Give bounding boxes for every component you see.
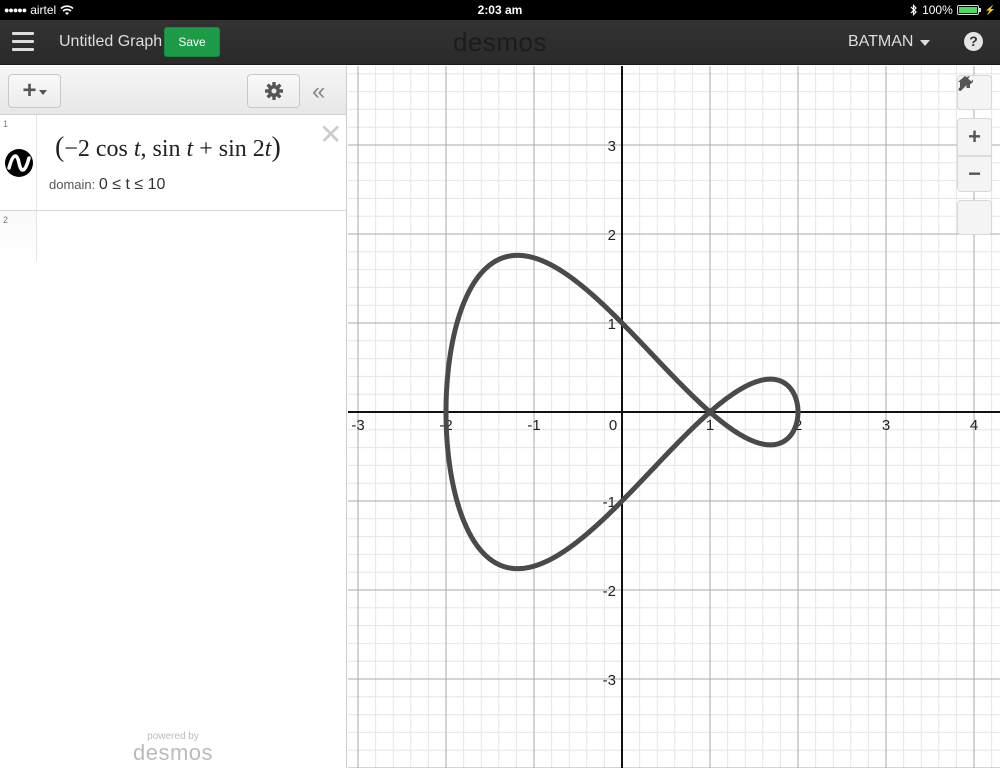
- clock: 2:03 am: [477, 3, 523, 17]
- y-tick-label: -2: [603, 583, 616, 600]
- delete-expression-icon[interactable]: ✕: [319, 121, 342, 149]
- top-bar: Untitled Graph Save desmos BATMAN ?: [0, 20, 1000, 65]
- x-tick-label: 1: [706, 417, 714, 434]
- expression-formula[interactable]: (−2 cos t, sin t + sin 2t): [55, 132, 281, 164]
- x-tick-label: 4: [970, 417, 978, 434]
- plus-icon: +: [22, 77, 37, 104]
- chevron-down-icon: [920, 40, 931, 46]
- parametric-curve-icon[interactable]: [5, 149, 33, 177]
- default-view-button[interactable]: [957, 76, 992, 235]
- zoom-out-button[interactable]: −: [957, 156, 992, 192]
- domain-row[interactable]: domain: 0 ≤ t ≤ 10: [49, 176, 165, 194]
- y-tick-label: -3: [603, 672, 616, 689]
- powered-by-desmos: powered by desmos: [133, 732, 213, 764]
- expression-list: + « 1 (−2 cos t, sin t + sin 2t) domain:…: [0, 66, 347, 768]
- chevron-down-icon: [38, 89, 47, 95]
- user-menu[interactable]: BATMAN: [848, 33, 931, 51]
- settings-button[interactable]: [247, 74, 300, 108]
- graph-plot[interactable]: -3 -2 -1 0 1 2 3 4-3-2-1123: [348, 66, 1000, 768]
- plus-icon: +: [968, 124, 981, 149]
- bluetooth-icon: [910, 4, 917, 16]
- y-tick-label: 3: [608, 138, 616, 155]
- graph-canvas[interactable]: -3 -2 -1 0 1 2 3 4 -3 -2 -1 1 2 3 + −: [348, 66, 1000, 768]
- gear-icon: [264, 82, 283, 100]
- x-tick-label: 3: [882, 417, 890, 434]
- battery-icon: [956, 5, 981, 15]
- close-paren: ): [271, 132, 281, 163]
- zoom-in-button[interactable]: +: [957, 118, 992, 156]
- expression-toolbar: + «: [0, 66, 346, 115]
- domain-value[interactable]: 0 ≤ t ≤ 10: [99, 176, 165, 193]
- battery-percent: 100%: [922, 3, 953, 17]
- open-paren: (: [55, 132, 65, 163]
- expression-number: 2: [3, 215, 9, 225]
- y-tick-label: 2: [608, 227, 616, 244]
- add-expression-button[interactable]: +: [8, 74, 61, 108]
- charging-icon: ⚡: [984, 4, 996, 15]
- expression-gutter: 2: [0, 211, 37, 261]
- collapse-sidebar-button[interactable]: «: [312, 78, 325, 106]
- minus-icon: −: [968, 161, 981, 186]
- expression-number: 1: [3, 119, 9, 129]
- status-bar: ●●●●● airtel 2:03 am 100% ⚡: [0, 0, 1000, 20]
- x-tick-label: -3: [351, 417, 364, 434]
- expression-gutter: 1: [0, 115, 37, 210]
- formula-part: −2 cos: [64, 136, 134, 162]
- graph-controls: + −: [957, 75, 992, 235]
- formula-part: , sin: [140, 136, 187, 162]
- x-tick-label: 0: [609, 417, 617, 434]
- powered-brand: desmos: [133, 740, 214, 765]
- expression-item-empty[interactable]: 2: [0, 211, 346, 261]
- x-tick-label: -1: [527, 417, 540, 434]
- formula-part: + sin 2: [193, 136, 265, 162]
- formula-variable: t: [133, 136, 141, 162]
- help-icon[interactable]: ?: [964, 32, 983, 51]
- expression-item[interactable]: 1 (−2 cos t, sin t + sin 2t) domain: 0 ≤…: [0, 115, 346, 211]
- home-icon: [958, 76, 972, 88]
- user-name: BATMAN: [848, 33, 914, 50]
- domain-label: domain:: [49, 177, 96, 192]
